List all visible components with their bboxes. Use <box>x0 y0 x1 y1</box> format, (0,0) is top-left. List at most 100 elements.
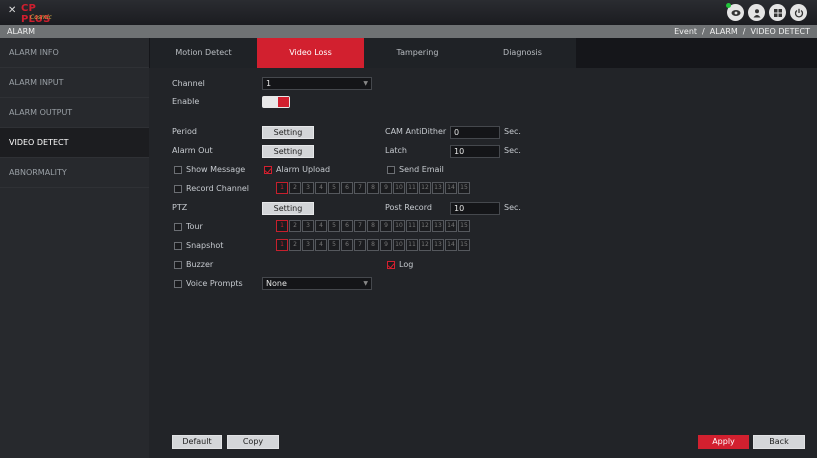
eye-icon[interactable] <box>726 3 744 21</box>
record-channel-checkbox[interactable] <box>174 185 182 193</box>
channel-cell[interactable]: 13 <box>432 239 444 251</box>
snapshot-checkbox[interactable] <box>174 242 182 250</box>
copy-button[interactable]: Copy <box>227 435 279 449</box>
channel-cell[interactable]: 3 <box>302 182 314 194</box>
top-bar: ✕ CP PLUS Cosmic <box>0 0 817 25</box>
sidebar-item-alarm-output[interactable]: ALARM OUTPUT <box>0 98 149 128</box>
channel-select-value: 1 <box>266 79 272 88</box>
period-setting-button[interactable]: Setting <box>262 126 314 139</box>
channel-cell[interactable]: 2 <box>289 220 301 232</box>
channel-cell[interactable]: 5 <box>328 239 340 251</box>
user-icon[interactable] <box>748 4 765 21</box>
back-button[interactable]: Back <box>753 435 805 449</box>
sidebar-item-alarm-input[interactable]: ALARM INPUT <box>0 68 149 98</box>
channel-cell[interactable]: 7 <box>354 239 366 251</box>
channel-cell[interactable]: 2 <box>289 182 301 194</box>
send-email-label: Send Email <box>399 165 444 174</box>
channel-cell[interactable]: 9 <box>380 220 392 232</box>
channel-cell[interactable]: 7 <box>354 220 366 232</box>
channel-cell[interactable]: 10 <box>393 182 405 194</box>
channel-cell[interactable]: 14 <box>445 220 457 232</box>
channel-cell[interactable]: 14 <box>445 239 457 251</box>
channel-cell[interactable]: 9 <box>380 182 392 194</box>
tab-motion-detect[interactable]: Motion Detect <box>150 38 257 68</box>
sec-unit: Sec. <box>504 127 521 136</box>
breadcrumb-event[interactable]: Event <box>674 25 697 38</box>
latch-label: Latch <box>385 146 407 155</box>
channel-cell[interactable]: 4 <box>315 239 327 251</box>
channel-cell[interactable]: 8 <box>367 220 379 232</box>
channel-cell[interactable]: 12 <box>419 239 431 251</box>
voice-prompts-checkbox[interactable] <box>174 280 182 288</box>
channel-cell[interactable]: 13 <box>432 182 444 194</box>
channel-cell[interactable]: 6 <box>341 220 353 232</box>
show-message-checkbox[interactable] <box>174 166 182 174</box>
channel-cell[interactable]: 11 <box>406 220 418 232</box>
channel-cell[interactable]: 6 <box>341 239 353 251</box>
channel-cell[interactable]: 15 <box>458 182 470 194</box>
channel-cell[interactable]: 5 <box>328 182 340 194</box>
tab-video-loss[interactable]: Video Loss <box>257 38 364 68</box>
channel-cell[interactable]: 5 <box>328 220 340 232</box>
breadcrumb-separator: / <box>742 27 746 36</box>
breadcrumb-alarm[interactable]: ALARM <box>710 25 738 38</box>
channel-label: Channel <box>172 79 205 88</box>
post-record-input[interactable]: 10 <box>450 202 500 215</box>
channel-cell[interactable]: 8 <box>367 182 379 194</box>
sidebar-item-alarm-info[interactable]: ALARM INFO <box>0 38 149 68</box>
apply-button[interactable]: Apply <box>698 435 749 449</box>
channel-cell[interactable]: 6 <box>341 182 353 194</box>
alarm-upload-label: Alarm Upload <box>276 165 331 174</box>
alarm-upload-checkbox[interactable] <box>264 166 272 174</box>
enable-toggle[interactable] <box>262 96 290 108</box>
channel-cell[interactable]: 3 <box>302 220 314 232</box>
cam-antidither-input[interactable]: 0 <box>450 126 500 139</box>
log-checkbox[interactable] <box>387 261 395 269</box>
channel-select[interactable]: 1 ▼ <box>262 77 372 90</box>
enable-label: Enable <box>172 97 200 106</box>
channel-cell[interactable]: 10 <box>393 220 405 232</box>
channel-cell[interactable]: 13 <box>432 220 444 232</box>
snapshot-label: Snapshot <box>186 241 224 250</box>
app-window: ✕ CP PLUS Cosmic ALARM Event / ALARM / V… <box>0 0 817 458</box>
channel-cell[interactable]: 1 <box>276 182 288 194</box>
channel-cell[interactable]: 15 <box>458 220 470 232</box>
chevron-down-icon: ▼ <box>363 280 368 287</box>
channel-cell[interactable]: 12 <box>419 220 431 232</box>
ptz-setting-button[interactable]: Setting <box>262 202 314 215</box>
channel-cell[interactable]: 10 <box>393 239 405 251</box>
channel-cell[interactable]: 4 <box>315 220 327 232</box>
tab-tampering[interactable]: Tampering <box>364 38 471 68</box>
channel-cell[interactable]: 12 <box>419 182 431 194</box>
default-button[interactable]: Default <box>172 435 222 449</box>
channel-cell[interactable]: 1 <box>276 239 288 251</box>
channel-cell[interactable]: 11 <box>406 239 418 251</box>
sidebar-item-video-detect[interactable]: VIDEO DETECT <box>0 128 149 158</box>
channel-cell[interactable]: 2 <box>289 239 301 251</box>
channel-cell[interactable]: 4 <box>315 182 327 194</box>
channel-cell[interactable]: 1 <box>276 220 288 232</box>
sidebar-item-abnormality[interactable]: ABNORMALITY <box>0 158 149 188</box>
channel-cell[interactable]: 8 <box>367 239 379 251</box>
channel-cell[interactable]: 9 <box>380 239 392 251</box>
channel-cell[interactable]: 15 <box>458 239 470 251</box>
channel-cell[interactable]: 7 <box>354 182 366 194</box>
channel-cell[interactable]: 11 <box>406 182 418 194</box>
sec-unit: Sec. <box>504 146 521 155</box>
alarm-out-label: Alarm Out <box>172 146 213 155</box>
cam-antidither-label: CAM AntiDither <box>385 127 447 136</box>
breadcrumb-separator: / <box>702 27 705 36</box>
menu-icon[interactable] <box>769 4 786 21</box>
latch-input[interactable]: 10 <box>450 145 500 158</box>
voice-prompts-select[interactable]: None ▼ <box>262 277 372 290</box>
tour-checkbox[interactable] <box>174 223 182 231</box>
alarm-out-setting-button[interactable]: Setting <box>262 145 314 158</box>
tour-channel-grid: 1 2 3 4 5 6 7 8 9 10 11 12 13 14 15 <box>276 220 470 232</box>
power-icon[interactable] <box>790 4 807 21</box>
tab-diagnosis[interactable]: Diagnosis <box>469 38 576 68</box>
channel-cell[interactable]: 14 <box>445 182 457 194</box>
channel-cell[interactable]: 3 <box>302 239 314 251</box>
send-email-checkbox[interactable] <box>387 166 395 174</box>
buzzer-checkbox[interactable] <box>174 261 182 269</box>
path-bar: ALARM Event / ALARM / VIDEO DETECT <box>0 25 817 38</box>
